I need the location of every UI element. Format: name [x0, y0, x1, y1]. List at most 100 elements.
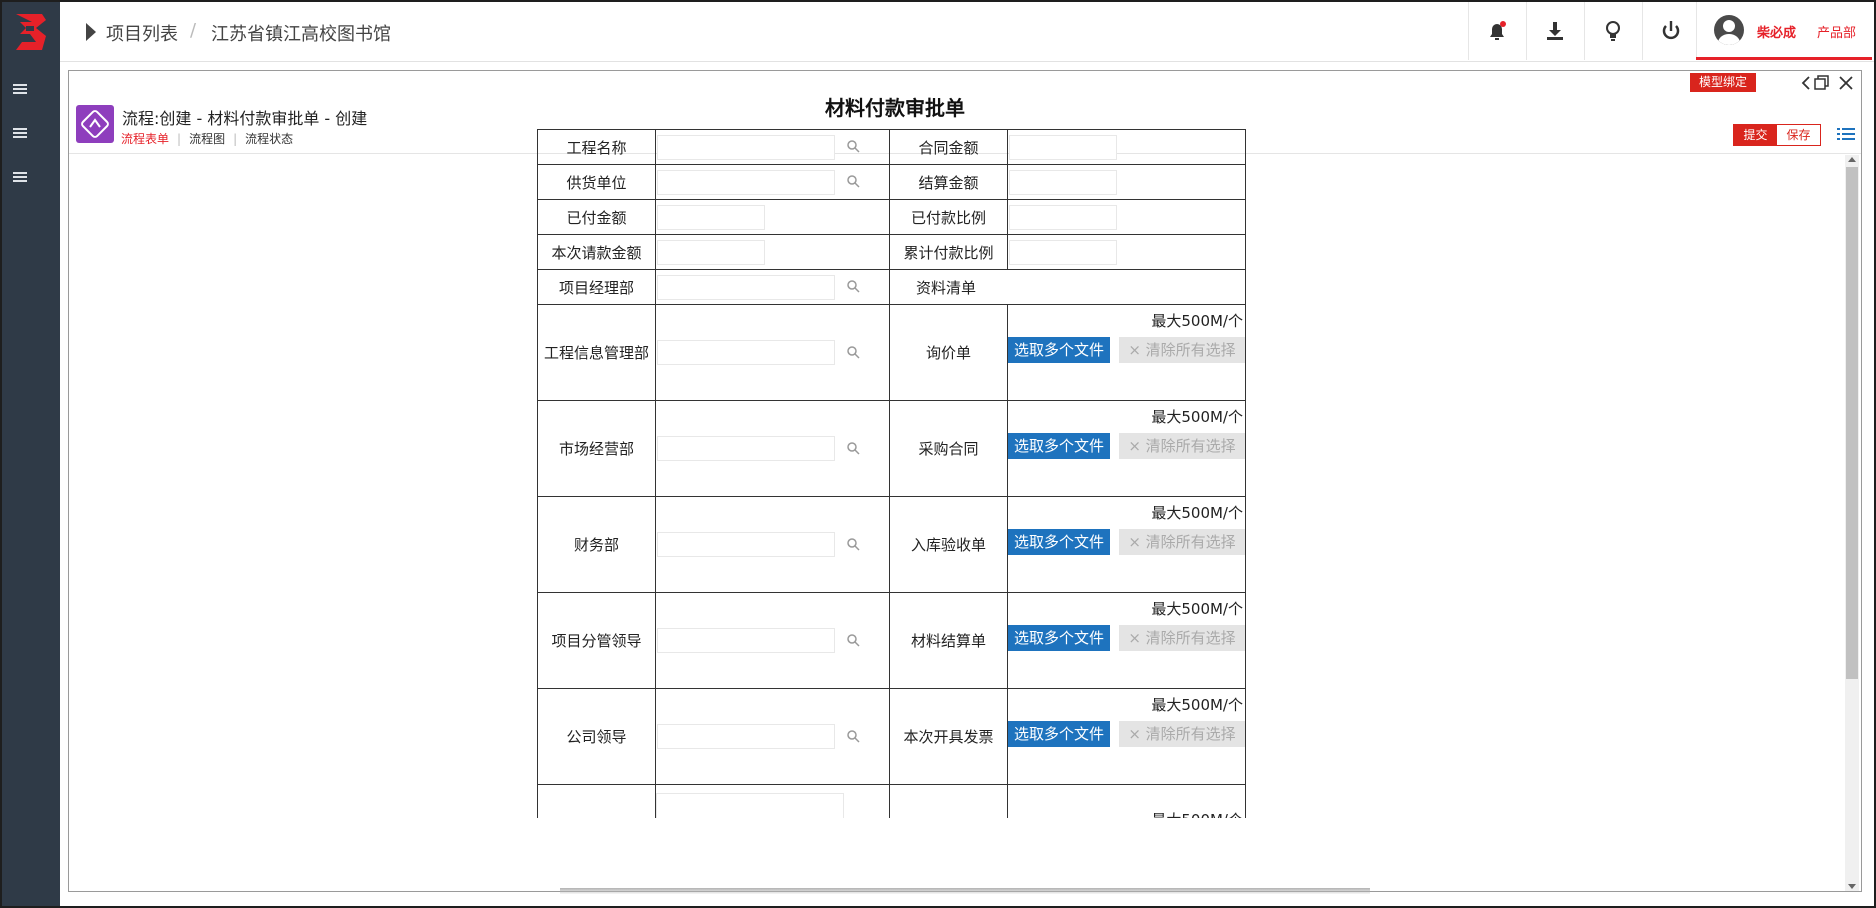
- market-dept-input[interactable]: [657, 436, 835, 461]
- paid-amount-input[interactable]: [657, 204, 765, 230]
- close-icon[interactable]: [1837, 74, 1855, 92]
- breadcrumb-separator: /: [190, 20, 197, 41]
- avatar: [1714, 15, 1744, 45]
- clear-selection-button[interactable]: × 清除所有选择: [1119, 433, 1245, 459]
- field-cell: [655, 304, 890, 401]
- app-logo[interactable]: [12, 12, 50, 52]
- supplier-input[interactable]: [657, 169, 835, 195]
- vertical-scrollbar[interactable]: [1845, 155, 1859, 891]
- clear-selection-label: 清除所有选择: [1145, 725, 1236, 743]
- info-mgmt-dept-input[interactable]: [657, 340, 835, 365]
- upload-cell: 最大500M/个 选取多个文件 × 清除所有选择: [1007, 688, 1246, 785]
- field-cell: [1007, 234, 1246, 270]
- search-icon[interactable]: [846, 174, 860, 188]
- project-leader-input[interactable]: [657, 628, 835, 653]
- user-dept: 产品部: [1817, 26, 1857, 41]
- finance-dept-input[interactable]: [657, 532, 835, 557]
- clear-selection-button[interactable]: × 清除所有选择: [1119, 529, 1245, 555]
- restore-window-icon[interactable]: [1813, 74, 1831, 92]
- max-size-note: 最大500M/个: [1151, 600, 1243, 618]
- upload-row: 财务部 入库验收单 最大500M/个 选取多个文件 × 清除所有选择: [537, 496, 1246, 593]
- label-project-manager-dept: 项目经理部: [537, 269, 656, 305]
- approval-form-table: 工程名称 合同金额 供货单位 结算金额 已付金额 已付款比例 本次请款金额 累计…: [537, 129, 1246, 818]
- user-menu[interactable]: 柴必成 产品部: [1696, 2, 1872, 60]
- download-icon[interactable]: [1540, 16, 1570, 46]
- select-files-button[interactable]: 选取多个文件: [1008, 529, 1110, 555]
- sidebar-menu-icon-3[interactable]: [13, 172, 27, 183]
- form-row: 供货单位 结算金额: [537, 164, 1246, 200]
- tab-process-form[interactable]: 流程表单: [121, 132, 169, 146]
- close-icon: ×: [1128, 437, 1146, 455]
- form-row: 已付金额 已付款比例: [537, 199, 1246, 235]
- submit-button[interactable]: 提交: [1734, 125, 1777, 145]
- model-bind-button[interactable]: 模型绑定: [1690, 73, 1756, 92]
- breadcrumb-arrow-icon[interactable]: [86, 23, 96, 41]
- list-menu-icon[interactable]: [1837, 126, 1855, 142]
- save-button[interactable]: 保存: [1777, 125, 1820, 145]
- cumulative-ratio-input[interactable]: [1009, 239, 1117, 265]
- field-cell: [655, 784, 890, 818]
- label-project-leader: 项目分管领导: [537, 592, 656, 689]
- search-icon[interactable]: [846, 441, 860, 455]
- form-container: 工程名称 合同金额 供货单位 结算金额 已付金额 已付款比例 本次请款金额 累计…: [537, 129, 1249, 818]
- settlement-amount-input[interactable]: [1009, 169, 1117, 195]
- close-icon: ×: [1128, 533, 1146, 551]
- sidebar-menu-icon-2[interactable]: [13, 128, 27, 139]
- toolbar-divider: [1584, 2, 1585, 60]
- upload-cell: 最大500M/个选取多个文件 × 清除所有选择: [1007, 496, 1246, 593]
- toolbar-divider: [1468, 2, 1469, 60]
- project-manager-dept-input[interactable]: [657, 274, 835, 300]
- toolbar-divider: [1642, 2, 1643, 60]
- upload-cell: 最大500M/个 选取多个文件 × 清除所有选择: [1007, 400, 1246, 497]
- clear-selection-button[interactable]: × 清除所有选择: [1119, 721, 1245, 747]
- label-material-settlement: 材料结算单: [889, 592, 1008, 689]
- request-amount-input[interactable]: [657, 239, 765, 265]
- tab-separator: |: [177, 132, 182, 146]
- form-row: 项目经理部 资料清单: [537, 269, 1246, 305]
- search-icon[interactable]: [846, 729, 860, 743]
- clear-selection-label: 清除所有选择: [1145, 341, 1236, 359]
- field-cell: [655, 496, 890, 593]
- upload-row: 公司领导 本次开具发票 最大500M/个 选取多个文件 × 清除所有选择: [537, 688, 1246, 785]
- field-cell: [655, 164, 890, 200]
- select-files-button[interactable]: 选取多个文件: [1008, 433, 1110, 459]
- company-leader-input[interactable]: [657, 724, 835, 749]
- upload-cell: 最大500M/个: [1007, 784, 1246, 818]
- close-icon: ×: [1128, 341, 1146, 359]
- field-cell: [655, 269, 890, 305]
- search-icon[interactable]: [846, 139, 860, 153]
- contract-amount-input[interactable]: [1009, 134, 1117, 160]
- label-document-list: 资料清单: [889, 269, 1246, 305]
- max-size-note: 最大500M/个: [1151, 504, 1243, 522]
- breadcrumb-project-list[interactable]: 项目列表: [106, 20, 178, 46]
- field-cell: [655, 199, 890, 235]
- label-settlement-amount: 结算金额: [889, 164, 1008, 200]
- process-subtabs: 流程表单 | 流程图 | 流程状态: [121, 130, 293, 147]
- label-project-name: 工程名称: [537, 129, 656, 165]
- search-icon[interactable]: [846, 537, 860, 551]
- label-paid-amount: 已付金额: [537, 199, 656, 235]
- lightbulb-icon[interactable]: [1598, 16, 1628, 46]
- field-cell: [655, 688, 890, 785]
- project-name-input[interactable]: [657, 134, 835, 160]
- search-icon[interactable]: [846, 345, 860, 359]
- paid-ratio-input[interactable]: [1009, 204, 1117, 230]
- upload-row: 最大500M/个: [537, 784, 1246, 818]
- field-cell: [1007, 199, 1246, 235]
- label-info-mgmt-dept: 工程信息管理部: [537, 304, 656, 401]
- select-files-button[interactable]: 选取多个文件: [1008, 721, 1110, 747]
- form-row: 本次请款金额 累计付款比例: [537, 234, 1246, 270]
- clear-selection-button[interactable]: × 清除所有选择: [1119, 625, 1245, 651]
- tab-process-diagram[interactable]: 流程图: [189, 132, 225, 146]
- select-files-button[interactable]: 选取多个文件: [1008, 337, 1110, 363]
- textarea-input[interactable]: [656, 793, 844, 818]
- search-icon[interactable]: [846, 633, 860, 647]
- clear-selection-button[interactable]: × 清除所有选择: [1119, 337, 1245, 363]
- select-files-button[interactable]: 选取多个文件: [1008, 625, 1110, 651]
- power-icon[interactable]: [1656, 16, 1686, 46]
- bell-icon[interactable]: [1482, 16, 1512, 46]
- tab-process-status[interactable]: 流程状态: [245, 132, 293, 146]
- search-icon[interactable]: [846, 279, 860, 293]
- toolbar-divider: [1526, 2, 1527, 60]
- sidebar-menu-icon-1[interactable]: [13, 84, 27, 95]
